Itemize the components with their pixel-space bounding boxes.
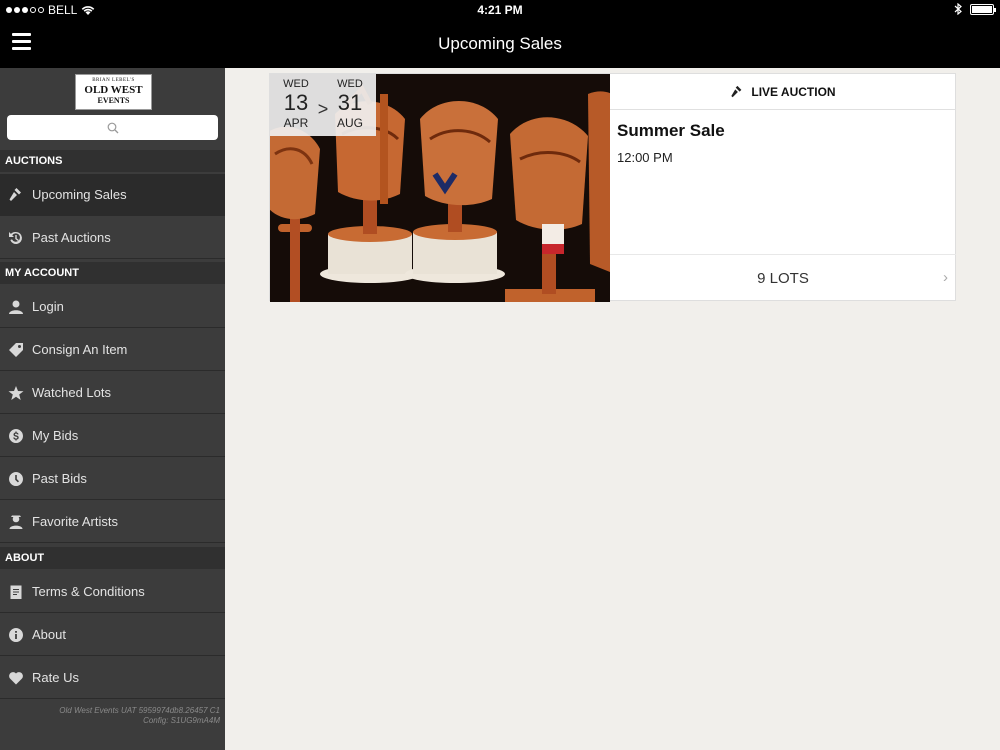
main-content: WED 13 APR > WED 31 AUG LIVE AUCTION Sum… [225, 68, 1000, 750]
section-about: ABOUT [0, 547, 225, 569]
tag-icon [8, 342, 24, 358]
sale-dates: WED 13 APR > WED 31 AUG [270, 74, 376, 136]
gavel-icon [731, 85, 742, 97]
sidebar-item-watched-lots[interactable]: Watched Lots [0, 372, 225, 414]
star-icon [8, 385, 24, 401]
start-day: 13 [283, 90, 309, 115]
end-day: 31 [337, 90, 363, 115]
start-date: WED 13 APR [270, 74, 322, 136]
end-month: AUG [336, 116, 363, 130]
sidebar-item-label: Past Auctions [32, 230, 111, 245]
sidebar-item-label: Login [32, 299, 64, 314]
sidebar-item-label: Upcoming Sales [32, 187, 127, 202]
live-auction-badge: LIVE AUCTION [610, 74, 956, 110]
sidebar-item-label: Favorite Artists [32, 514, 118, 529]
sale-image: WED 13 APR > WED 31 AUG [270, 74, 610, 302]
sidebar-item-favorite-artists[interactable]: Favorite Artists [0, 501, 225, 543]
section-my-account: MY ACCOUNT [0, 262, 225, 284]
sidebar-item-consign[interactable]: Consign An Item [0, 329, 225, 371]
logo-line2: OLD WEST [84, 84, 143, 96]
sidebar-item-rate-us[interactable]: Rate Us [0, 657, 225, 699]
sidebar-item-terms[interactable]: Terms & Conditions [0, 571, 225, 613]
sidebar-item-label: Rate Us [32, 670, 79, 685]
sidebar-item-my-bids[interactable]: My Bids [0, 415, 225, 457]
sidebar-item-about[interactable]: About [0, 614, 225, 656]
sale-time: 12:00 PM [617, 150, 673, 165]
sidebar-item-login[interactable]: Login [0, 286, 225, 328]
brand-logo: BRIAN LEBEL'S OLD WEST EVENTS [75, 74, 152, 110]
lots-button[interactable]: 9 LOTS › [610, 254, 956, 301]
gavel-icon [8, 187, 24, 203]
search-icon [107, 122, 118, 133]
start-month: APR [283, 116, 309, 130]
artist-icon [8, 514, 24, 530]
chevron-right-icon: › [943, 269, 948, 286]
sidebar-item-label: About [32, 627, 66, 642]
start-dow: WED [283, 78, 309, 90]
version-line1: Old West Events UAT 5959974db8.26457 C1 [59, 706, 220, 715]
end-date: WED 31 AUG [324, 74, 376, 136]
info-icon [8, 627, 24, 643]
sale-card[interactable]: WED 13 APR > WED 31 AUG LIVE AUCTION Sum… [269, 73, 956, 302]
live-auction-label: LIVE AUCTION [751, 84, 836, 99]
navigation-bar: Upcoming Sales [0, 20, 1000, 68]
bluetooth-icon [954, 3, 962, 15]
lots-label: 9 LOTS [757, 269, 809, 287]
end-dow: WED [337, 78, 363, 90]
battery-icon [970, 3, 996, 15]
sidebar-item-past-bids[interactable]: Past Bids [0, 458, 225, 500]
logo-line1: BRIAN LEBEL'S [92, 78, 135, 83]
history-icon [8, 230, 24, 246]
search-input[interactable] [7, 115, 218, 140]
page-title: Upcoming Sales [438, 34, 562, 53]
sidebar-item-label: My Bids [32, 428, 79, 443]
clock-icon [8, 471, 24, 487]
section-auctions: AUCTIONS [0, 150, 225, 172]
sale-title: Summer Sale [617, 121, 725, 140]
status-bar: BELL 4:21 PM [0, 0, 1000, 20]
sidebar: BRIAN LEBEL'S OLD WEST EVENTS AUCTIONS U… [0, 68, 225, 750]
sidebar-item-upcoming-sales[interactable]: Upcoming Sales [0, 174, 225, 216]
document-icon [8, 584, 24, 600]
user-icon [8, 299, 24, 315]
sidebar-item-label: Consign An Item [32, 342, 128, 357]
sidebar-item-past-auctions[interactable]: Past Auctions [0, 217, 225, 259]
version-info: Old West Events UAT 5959974db8.26457 C1 … [0, 706, 220, 727]
clock: 4:21 PM [477, 3, 523, 17]
sidebar-item-label: Watched Lots [32, 385, 112, 400]
dollar-icon [8, 428, 24, 444]
logo-line3: EVENTS [97, 96, 130, 105]
sidebar-item-label: Terms & Conditions [32, 584, 145, 599]
heart-icon [8, 670, 24, 686]
version-line2: Config: S1UG9mA4M [143, 716, 220, 726]
sidebar-item-label: Past Bids [32, 471, 87, 486]
